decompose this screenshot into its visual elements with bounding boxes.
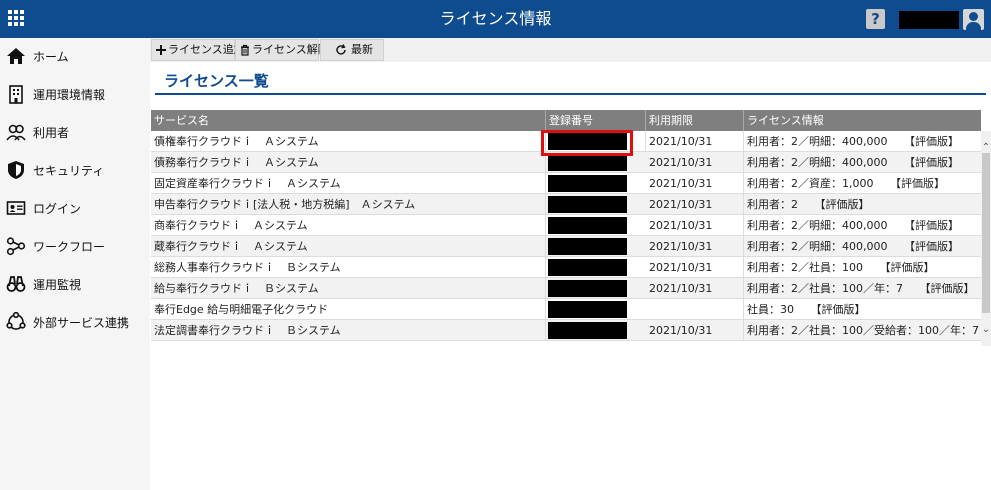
sidebar-item-external-services[interactable]: 外部サービス連携 (0, 304, 150, 342)
column-header-registration-number[interactable]: 登録番号 (546, 110, 646, 131)
remove-license-button[interactable]: ライセンス解除 (235, 39, 329, 61)
expiry-cell (646, 299, 744, 320)
registration-number-redacted (548, 238, 627, 255)
registration-number-redacted (548, 301, 627, 318)
scroll-thumb[interactable] (982, 153, 990, 313)
help-icon[interactable]: ? (866, 9, 885, 29)
sidebar-item-users[interactable]: 利用者 (0, 114, 150, 152)
service-name-cell: 債務奉行クラウドｉ Ａシステム (151, 152, 546, 173)
sidebar-item-label: 運用監視 (33, 278, 82, 292)
trash-icon (241, 44, 249, 56)
sidebar-item-login[interactable]: ログイン (0, 190, 150, 228)
service-name-cell: 債権奉行クラウドｉ Ａシステム (151, 131, 546, 152)
remove-license-label: ライセンス解除 (252, 43, 329, 56)
expiry-cell: 2021/10/31 (646, 320, 744, 341)
building-icon (9, 85, 23, 104)
license-info-cell: 利用者：2／社員：100 【評価版】 (747, 261, 935, 274)
sidebar-item-workflow[interactable]: ワークフロー (0, 228, 150, 266)
id-card-icon (6, 201, 26, 215)
selection-highlight (541, 130, 633, 156)
add-license-label: ライセンス追加 (168, 43, 245, 56)
expiry-cell: 2021/10/31 (646, 257, 744, 278)
table-row[interactable]: 総務人事奉行クラウドｉ Ｂシステム 2021/10/31 利用者：2／社員：10… (151, 257, 981, 278)
add-license-button[interactable]: ライセンス追加 (151, 39, 245, 61)
table-row[interactable]: 給与奉行クラウドｉ Ｂシステム 2021/10/31 利用者：2／社員：100／… (151, 278, 981, 299)
sidebar-item-label: ワークフロー (33, 240, 106, 254)
license-info-cell: 利用者：2／明細：400,000 【評価版】 (747, 135, 959, 148)
license-info-cell: 利用者：2 【評価版】 (747, 198, 870, 211)
table-row[interactable]: 固定資産奉行クラウドｉ Ａシステム 2021/10/31 利用者：2／資産：1,… (151, 173, 981, 194)
registration-number-redacted (548, 280, 627, 297)
column-header-license-info[interactable]: ライセンス情報 (744, 110, 981, 131)
expiry-cell: 2021/10/31 (646, 236, 744, 257)
service-name-cell: 商奉行クラウドｉ Ａシステム (151, 215, 546, 236)
sidebar-item-label: 外部サービス連携 (33, 316, 130, 330)
service-name-cell: 固定資産奉行クラウドｉ Ａシステム (151, 173, 546, 194)
table-scrollbar[interactable]: ⌃ ⌄ (981, 131, 991, 346)
column-header-service[interactable]: サービス名 (151, 110, 546, 131)
refresh-button[interactable]: 最新 (320, 39, 384, 61)
registration-number-redacted (548, 154, 627, 171)
service-name-cell: 申告奉行クラウドｉ[法人税・地方税編] Ａシステム (151, 194, 546, 215)
registration-number-redacted (548, 217, 627, 234)
sidebar-item-environment[interactable]: 運用環境情報 (0, 76, 150, 114)
workflow-icon (6, 237, 26, 256)
license-info-cell: 利用者：2／明細：400,000 【評価版】 (747, 240, 959, 253)
plus-icon (156, 45, 166, 55)
column-header-expiry[interactable]: 利用期限 (646, 110, 744, 131)
sidebar-item-security[interactable]: セキュリティ (0, 152, 150, 190)
sidebar-item-label: 運用環境情報 (33, 88, 106, 102)
license-info-cell: 社員：30 【評価版】 (747, 303, 866, 316)
license-info-cell: 利用者：2／明細：400,000 【評価版】 (747, 156, 959, 169)
license-info-cell: 利用者：2／明細：400,000 【評価版】 (747, 219, 959, 232)
user-icon[interactable] (963, 9, 984, 30)
table-row[interactable]: 法定調書奉行クラウドｉ Ｂシステム 2021/10/31 利用者：2／社員：10… (151, 320, 981, 341)
users-icon (6, 124, 26, 141)
registration-number-redacted (548, 322, 627, 339)
sidebar-item-label: セキュリティ (33, 164, 105, 178)
sidebar-item-monitoring[interactable]: 運用監視 (0, 266, 150, 304)
expiry-cell: 2021/10/31 (646, 152, 744, 173)
section-heading: ライセンス一覧 (164, 72, 269, 90)
sidebar-item-home[interactable]: ホーム (0, 38, 150, 76)
registration-number-redacted (548, 175, 627, 192)
license-info-cell: 利用者：2／資産：1,000 【評価版】 (747, 177, 945, 190)
service-name-cell: 奉行Edge 給与明細電子化クラウド (151, 299, 546, 320)
sidebar: ホーム 運用環境情報 利用者 セキュリティ ログイン ワークフロー 運用監視 外… (0, 38, 150, 490)
scroll-down-icon[interactable]: ⌄ (981, 323, 991, 337)
refresh-icon (336, 44, 346, 55)
registration-number-redacted (548, 196, 627, 213)
sidebar-item-label: ログイン (33, 202, 82, 216)
app-header: ライセンス情報 ? (0, 0, 991, 38)
license-info-cell: 利用者：2／社員：100／年：7 【評価版】 (747, 282, 975, 295)
toolbar: ライセンス追加 ライセンス解除 最新 (150, 38, 991, 62)
binoculars-icon (6, 276, 26, 292)
table-row[interactable]: 奉行Edge 給与明細電子化クラウド 社員：30 【評価版】 (151, 299, 981, 320)
connection-icon (6, 312, 26, 330)
service-name-cell: 法定調書奉行クラウドｉ Ｂシステム (151, 320, 546, 341)
shield-icon (8, 161, 24, 179)
table-row[interactable]: 商奉行クラウドｉ Ａシステム 2021/10/31 利用者：2／明細：400,0… (151, 215, 981, 236)
sidebar-item-label: ホーム (33, 50, 69, 64)
expiry-cell: 2021/10/31 (646, 278, 744, 299)
registration-number-redacted (548, 259, 627, 276)
table-row[interactable]: 蔵奉行クラウドｉ Ａシステム 2021/10/31 利用者：2／明細：400,0… (151, 236, 981, 257)
user-name-redacted[interactable] (899, 11, 959, 29)
service-name-cell: 総務人事奉行クラウドｉ Ｂシステム (151, 257, 546, 278)
service-name-cell: 給与奉行クラウドｉ Ｂシステム (151, 278, 546, 299)
expiry-cell: 2021/10/31 (646, 215, 744, 236)
heading-divider (155, 93, 986, 95)
table-row[interactable]: 申告奉行クラウドｉ[法人税・地方税編] Ａシステム 2021/10/31 利用者… (151, 194, 981, 215)
service-name-cell: 蔵奉行クラウドｉ Ａシステム (151, 236, 546, 257)
expiry-cell: 2021/10/31 (646, 194, 744, 215)
license-info-cell: 利用者：2／社員：100／受給者：100／年：7 【… (747, 324, 981, 337)
sidebar-item-label: 利用者 (33, 126, 70, 140)
home-icon (7, 48, 25, 64)
table-header: サービス名 登録番号 利用期限 ライセンス情報 (151, 110, 981, 131)
expiry-cell: 2021/10/31 (646, 173, 744, 194)
page-title: ライセンス情報 (439, 9, 552, 28)
refresh-label: 最新 (351, 43, 373, 56)
expiry-cell: 2021/10/31 (646, 131, 744, 152)
